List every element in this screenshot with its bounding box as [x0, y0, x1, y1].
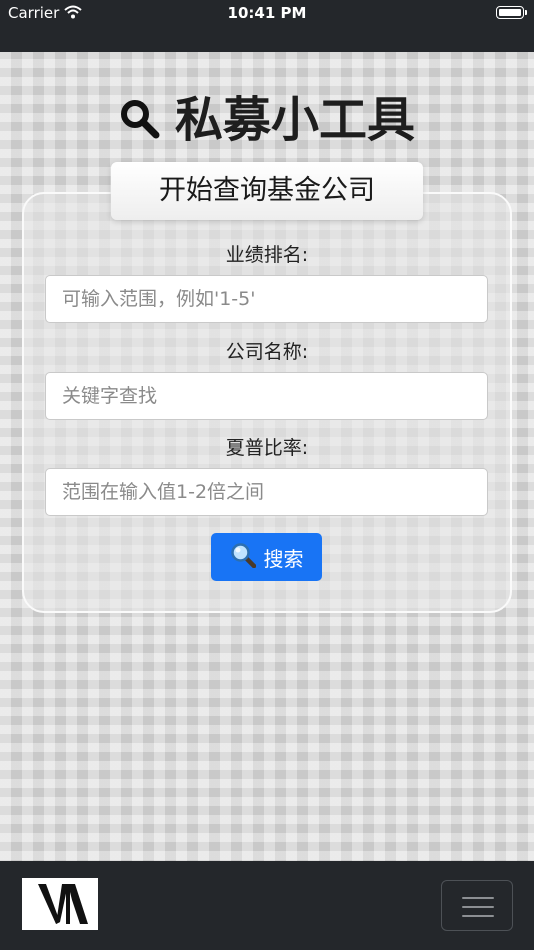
bottom-navbar	[0, 861, 534, 950]
hamburger-menu-button[interactable]	[441, 880, 513, 931]
company-name-input[interactable]	[45, 372, 488, 420]
search-button-label: 搜索	[263, 546, 304, 571]
va-logo[interactable]	[22, 878, 98, 930]
clock: 10:41 PM	[227, 4, 307, 22]
sharpe-ratio-input[interactable]	[45, 468, 488, 516]
status-bar: Carrier 10:41 PM	[0, 0, 534, 52]
page-title: 私募小工具	[0, 80, 534, 150]
search-icon	[120, 100, 160, 139]
company-name-label: 公司名称:	[225, 341, 309, 363]
battery-icon	[496, 6, 527, 19]
sharpe-ratio-label: 夏普比率:	[225, 437, 309, 459]
search-button[interactable]: 搜索	[211, 533, 322, 581]
rank-input[interactable]	[45, 275, 488, 323]
magnifier-emoji-icon	[230, 542, 256, 573]
page-title-text: 私募小工具	[174, 92, 415, 148]
rank-label: 业绩排名:	[225, 244, 309, 266]
panel-heading: 开始查询基金公司	[111, 162, 423, 220]
